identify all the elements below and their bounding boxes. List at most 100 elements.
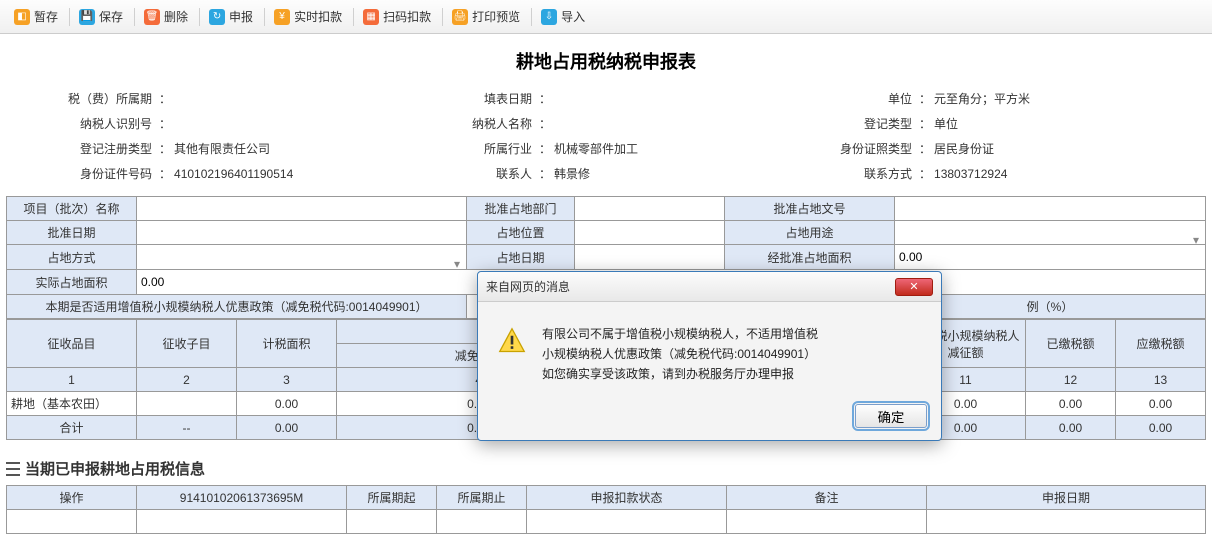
use-label: 占地用途 <box>725 221 895 245</box>
regtype-value: 单位 <box>934 115 958 132</box>
dialog-body: 有限公司不属于增值税小规模纳税人，不适用增值税 小规模纳税人优惠政策（减免税代码… <box>478 302 941 398</box>
delete-icon: 🗑 <box>144 9 160 25</box>
dialog-line1: 有限公司不属于增值税小规模纳税人，不适用增值税 <box>542 327 818 341</box>
dialog-title: 来自网页的消息 <box>486 278 895 295</box>
actual-area-label: 实际占地面积 <box>7 270 137 295</box>
approved-area-label: 经批准占地面积 <box>725 245 895 270</box>
col-period-to: 所属期止 <box>437 486 527 510</box>
use-select[interactable] <box>895 221 1206 245</box>
page-title: 耕地占用税纳税申报表 <box>0 34 1212 84</box>
stash-label: 暂存 <box>34 8 58 25</box>
col-remark: 备注 <box>727 486 927 510</box>
dialog-titlebar: 来自网页的消息 ✕ <box>478 272 941 302</box>
import-icon: ⇩ <box>541 9 557 25</box>
declared-table: 操作 91410102061373695M 所属期起 所属期止 申报扣款状态 备… <box>6 485 1206 534</box>
declare-button[interactable]: ↻ 申报 <box>203 4 259 29</box>
cell-tax-area[interactable]: 0.00 <box>237 392 337 416</box>
project-name-input[interactable] <box>137 197 467 221</box>
policy-label: 本期是否适用增值税小规模纳税人优惠政策（减免税代码:0014049901） <box>7 295 467 319</box>
location-label: 占地位置 <box>467 221 575 245</box>
cell-due[interactable]: 0.00 <box>1116 392 1206 416</box>
occupy-method-select[interactable] <box>137 245 467 270</box>
delete-label: 删除 <box>164 8 188 25</box>
import-button[interactable]: ⇩ 导入 <box>535 4 591 29</box>
project-name-label: 项目（批次）名称 <box>7 197 137 221</box>
declare-label: 申报 <box>229 8 253 25</box>
fill-date-label: 填表日期 <box>416 90 536 107</box>
scan-icon: ▦ <box>363 9 379 25</box>
close-button[interactable]: ✕ <box>895 278 933 296</box>
contact-value: 韩景修 <box>554 165 590 182</box>
delete-button[interactable]: 🗑 删除 <box>138 4 194 29</box>
separator <box>531 8 532 26</box>
certtype-value: 居民身份证 <box>934 140 994 157</box>
cell-sub[interactable] <box>137 392 237 416</box>
warning-icon <box>498 327 526 355</box>
approved-area-input[interactable] <box>899 248 1201 266</box>
save-icon: 💾 <box>79 9 95 25</box>
location-input[interactable] <box>575 221 725 245</box>
scan-button[interactable]: ▦ 扫码扣款 <box>357 4 437 29</box>
col-tax-area: 计税面积 <box>237 320 337 368</box>
cell-category: 耕地（基本农田） <box>7 392 137 416</box>
col-paid: 已缴税额 <box>1026 320 1116 368</box>
dept-input[interactable] <box>575 197 725 221</box>
list-icon <box>6 462 20 476</box>
unit-value: 元至角分；平方米 <box>934 90 1030 107</box>
col-status: 申报扣款状态 <box>527 486 727 510</box>
taxpayer-id-label: 纳税人识别号 <box>36 115 156 132</box>
separator <box>264 8 265 26</box>
col-op: 操作 <box>7 486 137 510</box>
stash-button[interactable]: ◧ 暂存 <box>8 4 64 29</box>
docno-input[interactable] <box>895 197 1206 221</box>
industry-value: 机械零部件加工 <box>554 140 638 157</box>
occupy-method-label: 占地方式 <box>7 245 137 270</box>
scan-label: 扫码扣款 <box>383 8 431 25</box>
occupy-date-label: 占地日期 <box>467 245 575 270</box>
regcat-value: 其他有限责任公司 <box>174 140 270 157</box>
dialog-footer: 确定 <box>478 398 941 440</box>
dept-label: 批准占地部门 <box>467 197 575 221</box>
preview-icon: 🖨 <box>452 9 468 25</box>
separator <box>134 8 135 26</box>
dialog-line3: 如您确实享受该政策，请到办税服务厅办理申报 <box>542 364 820 384</box>
unit-label: 单位 <box>796 90 916 107</box>
realtime-label: 实时扣款 <box>294 8 342 25</box>
certtype-label: 身份证照类型 <box>796 140 916 157</box>
section-header: 当期已申报耕地占用税信息 <box>6 458 1206 479</box>
col-period-from: 所属期起 <box>347 486 437 510</box>
col-due: 应缴税额 <box>1116 320 1206 368</box>
approve-date-label: 批准日期 <box>7 221 137 245</box>
period-label: 税（费）所属期 <box>36 90 156 107</box>
separator <box>353 8 354 26</box>
declare-icon: ↻ <box>209 9 225 25</box>
certno-label: 身份证件号码 <box>36 165 156 182</box>
occupy-date-input[interactable] <box>575 245 725 270</box>
toolbar: ◧ 暂存 💾 保存 🗑 删除 ↻ 申报 ¥ 实时扣款 ▦ 扫码扣款 🖨 打印预览… <box>0 0 1212 34</box>
realtime-icon: ¥ <box>274 9 290 25</box>
stash-icon: ◧ <box>14 9 30 25</box>
col-sub: 征收子目 <box>137 320 237 368</box>
dialog-text: 有限公司不属于增值税小规模纳税人，不适用增值税 小规模纳税人优惠政策（减免税代码… <box>542 324 820 384</box>
preview-button[interactable]: 🖨 打印预览 <box>446 4 526 29</box>
phone-value: 13803712924 <box>934 167 1007 181</box>
phone-label: 联系方式 <box>796 165 916 182</box>
dialog-line2: 小规模纳税人优惠政策（减免税代码:0014049901） <box>542 344 820 364</box>
industry-label: 所属行业 <box>416 140 536 157</box>
preview-label: 打印预览 <box>472 8 520 25</box>
import-label: 导入 <box>561 8 585 25</box>
separator <box>442 8 443 26</box>
separator <box>199 8 200 26</box>
col-category: 征收品目 <box>7 320 137 368</box>
realtime-button[interactable]: ¥ 实时扣款 <box>268 4 348 29</box>
contact-label: 联系人 <box>416 165 536 182</box>
docno-label: 批准占地文号 <box>725 197 895 221</box>
save-button[interactable]: 💾 保存 <box>73 4 129 29</box>
approve-date-input[interactable] <box>137 221 467 245</box>
cell-paid[interactable]: 0.00 <box>1026 392 1116 416</box>
info-grid: 税（费）所属期： 填表日期： 单位：元至角分；平方米 纳税人识别号： 纳税人名称… <box>0 84 1212 196</box>
certno-value: 410102196401190514 <box>174 167 293 181</box>
table-row <box>7 510 1206 534</box>
col-declare-date: 申报日期 <box>927 486 1206 510</box>
ok-button[interactable]: 确定 <box>855 404 927 428</box>
